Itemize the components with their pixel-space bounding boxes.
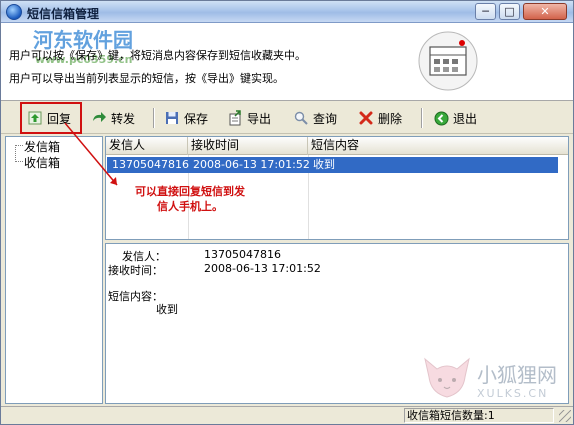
row-content: 收到 (313, 158, 335, 171)
delete-button[interactable]: 删除 (358, 107, 402, 129)
resize-grip-icon[interactable] (559, 410, 571, 422)
window-title: 短信信箱管理 (27, 7, 100, 21)
sms-manager-window: 短信信箱管理 ─ □ ✕ 河东软件园 www.pc0359.cn 用户可以按《保… (0, 0, 574, 425)
detail-time-label: 接收时间： (108, 264, 163, 277)
exit-label: 退出 (453, 111, 478, 126)
table-row[interactable]: 13705047816 2008-06-13 17:01:52 收到 (107, 157, 558, 173)
fox-logo-icon (424, 357, 470, 398)
tree-connector (15, 145, 23, 146)
header-panel: 河东软件园 www.pc0359.cn 用户可以按《保存》键，将短消息内容保存到… (1, 23, 573, 101)
detail-sender-value: 13705047816 (204, 248, 281, 261)
hint-export: 用户可以导出当前列表显示的短信，按《导出》键实现。 (9, 72, 284, 85)
brand-url: XULKS.CN (477, 387, 549, 400)
brand-name: 小狐狸网 (477, 363, 557, 387)
row-time: 2008-06-13 17:01:52 (193, 158, 310, 171)
tree-item-inbox[interactable]: 收信箱 (24, 154, 60, 171)
annotation-line-2: 信人手机上。 (157, 200, 223, 213)
magnifier-icon (293, 110, 309, 126)
tree-connector (15, 145, 16, 162)
delete-label: 删除 (378, 111, 403, 126)
column-time[interactable]: 接收时间 (188, 137, 308, 155)
toolbar-separator (153, 108, 155, 128)
export-document-icon (227, 110, 243, 126)
query-button[interactable]: 查询 (293, 107, 337, 129)
save-button[interactable]: 保存 (164, 107, 208, 129)
tree-connector (15, 161, 23, 162)
app-icon (6, 4, 22, 20)
list-header: 发信人 接收时间 短信内容 (106, 137, 568, 155)
green-exit-icon (433, 110, 449, 126)
exit-button[interactable]: 退出 (433, 107, 477, 129)
toolbar-separator (421, 108, 423, 128)
hint-save: 用户可以按《保存》键，将短消息内容保存到短信收藏夹中。 (9, 49, 306, 62)
message-count-status: 收信箱短信数量:1 (404, 408, 554, 423)
export-button[interactable]: 导出 (227, 107, 271, 129)
tree-item-outbox[interactable]: 发信箱 (24, 138, 60, 155)
detail-content-label: 短信内容： (108, 290, 163, 303)
close-button[interactable]: ✕ (523, 3, 567, 20)
query-label: 查询 (313, 111, 338, 126)
red-x-icon (358, 110, 374, 126)
annotation-text: 可以直接回复短信到发 信人手机上。 (115, 184, 265, 214)
maximize-button[interactable]: □ (499, 3, 520, 20)
save-label: 保存 (184, 111, 209, 126)
status-bar: 收信箱短信数量:1 (1, 406, 573, 424)
minimize-button[interactable]: ─ (475, 3, 496, 20)
column-content[interactable]: 短信内容 (308, 137, 558, 155)
export-label: 导出 (247, 111, 272, 126)
detail-time-value: 2008-06-13 17:01:52 (204, 262, 321, 275)
mailbox-illustration-icon (418, 31, 478, 91)
detail-content-value: 收到 (156, 303, 178, 316)
floppy-disk-icon (164, 110, 180, 126)
annotation-line-1: 可以直接回复短信到发 (135, 185, 245, 198)
title-bar[interactable]: 短信信箱管理 ─ □ ✕ (1, 1, 573, 23)
